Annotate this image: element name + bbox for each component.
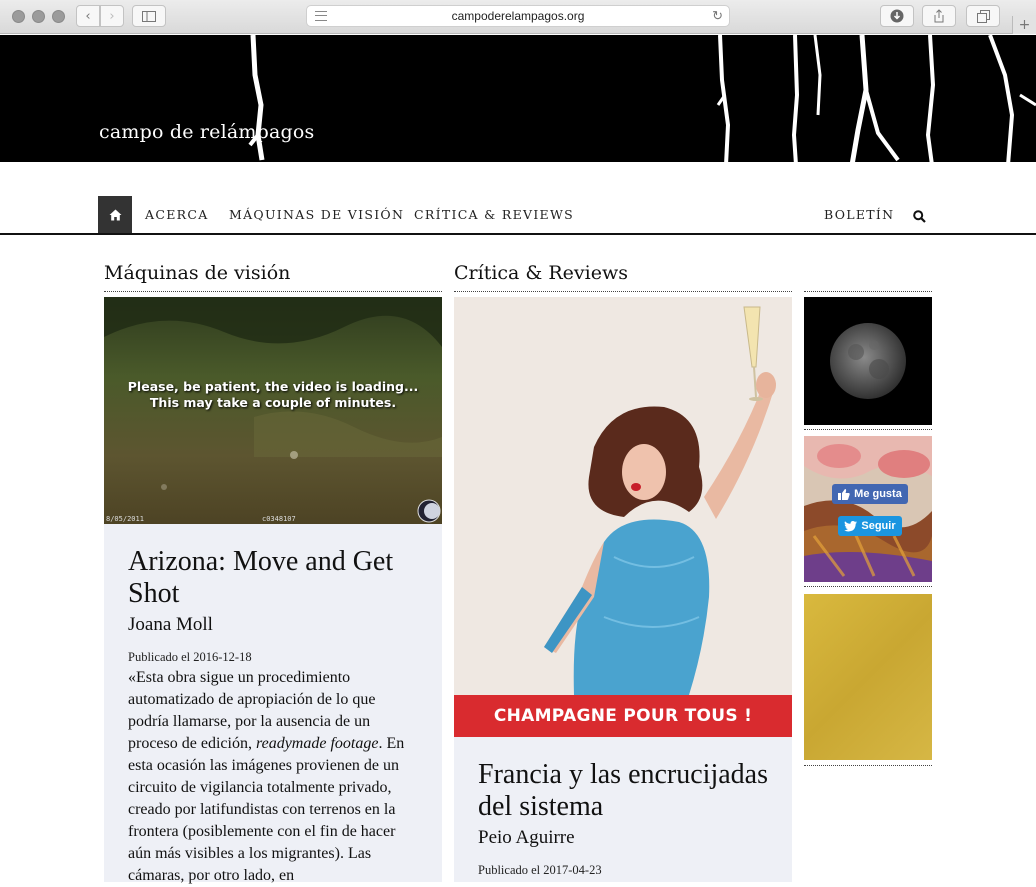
- video-loading-line1: Please, be patient, the video is loading…: [127, 379, 419, 394]
- article-card-francia: Francia y las encrucijadas del sistema P…: [454, 737, 792, 882]
- article-title[interactable]: Francia y las encrucijadas del sistema: [478, 759, 768, 823]
- article-excerpt: «Esta obra sigue un procedimiento automa…: [128, 667, 418, 887]
- banner-torn-edge: [0, 162, 1036, 170]
- twitter-bird-icon: [844, 520, 858, 531]
- share-icon: [934, 9, 944, 23]
- search-button[interactable]: [913, 208, 926, 227]
- nav-item-maquinas-de-vision[interactable]: MÁQUINAS DE VISIÓN: [229, 207, 404, 222]
- article-date: Publicado el 2017-04-23: [478, 863, 602, 877]
- site-banner: [0, 35, 1036, 170]
- facebook-like-button[interactable]: Me gusta: [832, 484, 908, 504]
- facebook-like-label: Me gusta: [854, 488, 902, 500]
- champagne-photo: [454, 297, 792, 695]
- excerpt-italic: readymade footage: [255, 735, 379, 752]
- thumbnail-painting[interactable]: [804, 436, 932, 582]
- section-heading-critica[interactable]: Crítica & Reviews: [454, 262, 628, 284]
- article-author[interactable]: Peio Aguirre: [478, 827, 768, 849]
- painting-image: [804, 436, 932, 582]
- download-icon: [890, 9, 904, 23]
- back-icon: ‹: [85, 8, 91, 24]
- forward-button[interactable]: ›: [100, 5, 124, 27]
- divider: [804, 586, 932, 587]
- article-image-champagne[interactable]: CHAMPAGNE POUR TOUS !: [454, 297, 792, 737]
- divider: [804, 291, 932, 292]
- url-text: campoderelampagos.org: [451, 9, 585, 23]
- twitter-follow-label: Seguir: [861, 520, 896, 532]
- reload-icon[interactable]: ↻: [712, 8, 723, 24]
- nav-item-critica-reviews[interactable]: CRÍTICA & REVIEWS: [414, 207, 574, 222]
- lightning-graphic: [248, 35, 1036, 166]
- divider: [804, 429, 932, 430]
- site-title[interactable]: campo de relámpagos: [99, 121, 314, 143]
- nav-item-acerca[interactable]: ACERCA: [145, 207, 209, 222]
- video-player[interactable]: Please, be patient, the video is loading…: [104, 297, 442, 524]
- nav-item-boletin[interactable]: BOLETÍN: [824, 207, 894, 222]
- sidebar-button[interactable]: [132, 5, 166, 27]
- divider: [454, 291, 792, 292]
- video-camera-stamp: c0348107: [262, 515, 296, 523]
- zoom-window-button[interactable]: [52, 10, 65, 23]
- moon-image: [804, 297, 932, 425]
- reader-icon[interactable]: [315, 11, 327, 21]
- tabs-icon: [976, 9, 990, 23]
- article-date: Publicado el 2016-12-18: [128, 650, 252, 664]
- new-tab-button[interactable]: +: [1012, 16, 1036, 34]
- article-card-arizona: Arizona: Move and Get Shot Joana Moll Pu…: [104, 524, 442, 884]
- address-bar[interactable]: campoderelampagos.org ↻: [306, 5, 730, 27]
- close-window-button[interactable]: [12, 10, 25, 23]
- video-loading-line2: This may take a couple of minutes.: [149, 395, 397, 410]
- tabs-overview-button[interactable]: [966, 5, 1000, 27]
- sidebar-icon: [142, 10, 156, 22]
- forward-icon: ›: [109, 8, 115, 24]
- article-title[interactable]: Arizona: Move and Get Shot: [128, 546, 418, 610]
- video-loading-message: Please, be patient, the video is loading…: [104, 379, 442, 411]
- minimize-window-button[interactable]: [32, 10, 45, 23]
- downloads-button[interactable]: [880, 5, 914, 27]
- thumbnail-moon[interactable]: [804, 297, 932, 425]
- home-button[interactable]: [98, 196, 132, 233]
- excerpt-part-2: . En esta ocasión las imágenes provienen…: [128, 735, 405, 884]
- thumbnail-gold[interactable]: [804, 594, 932, 760]
- article-author[interactable]: Joana Moll: [128, 614, 418, 636]
- divider: [104, 291, 442, 292]
- browser-toolbar: ‹ › campoderelampagos.org ↻: [0, 0, 1036, 34]
- video-date-stamp: 8/05/2011: [106, 515, 144, 523]
- back-button[interactable]: ‹: [76, 5, 100, 27]
- home-icon: [109, 209, 121, 220]
- champagne-banner: CHAMPAGNE POUR TOUS !: [454, 695, 792, 737]
- divider: [804, 765, 932, 766]
- twitter-follow-button[interactable]: Seguir: [838, 516, 902, 536]
- share-button[interactable]: [922, 5, 956, 27]
- facebook-like-icon: [838, 488, 850, 500]
- search-icon: [913, 210, 926, 223]
- main-navigation: ACERCA MÁQUINAS DE VISIÓN CRÍTICA & REVI…: [0, 196, 1036, 235]
- section-heading-maquinas[interactable]: Máquinas de visión: [104, 262, 290, 284]
